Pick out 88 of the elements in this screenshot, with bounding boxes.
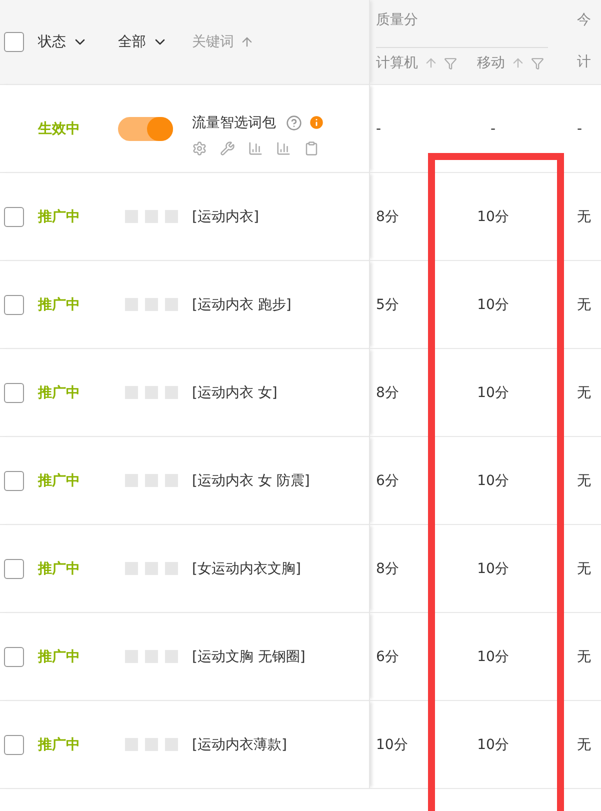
- bar-chart-icon[interactable]: [276, 140, 291, 156]
- redacted-block: [145, 210, 158, 223]
- package-name: 流量智选词包: [192, 114, 276, 132]
- keyword-text: [女运动内衣文胸]: [192, 560, 301, 578]
- redacted-block: [125, 562, 138, 575]
- table-cell: 10分: [477, 208, 509, 226]
- info-icon[interactable]: [308, 114, 325, 131]
- column-sort-header[interactable]: 移动: [477, 54, 525, 72]
- keyword-text: [运动内衣 跑步]: [192, 296, 292, 314]
- filter-icon[interactable]: [444, 56, 457, 70]
- checkbox[interactable]: [4, 470, 24, 490]
- table-cell: 6分: [376, 472, 399, 490]
- table-cell: 8分: [376, 208, 399, 226]
- status-label: 推广中: [38, 736, 80, 754]
- table-cell: -: [577, 120, 582, 136]
- redacted-block: [165, 562, 178, 575]
- redacted-block: [125, 210, 138, 223]
- table-cell: 10分: [477, 296, 509, 314]
- arrow-up-icon: [424, 56, 438, 70]
- redacted-block: [145, 298, 158, 311]
- checkbox[interactable]: [4, 558, 24, 578]
- redacted-block: [125, 298, 138, 311]
- redacted-block: [165, 738, 178, 751]
- redacted-block: [145, 650, 158, 663]
- keyword-text: [运动内衣薄款]: [192, 736, 287, 754]
- checkbox[interactable]: [4, 294, 24, 314]
- redacted-block: [125, 738, 138, 751]
- redacted-block: [165, 474, 178, 487]
- table-cell: 10分: [477, 648, 509, 666]
- redacted-block: [145, 738, 158, 751]
- column-group-header: 质量分: [376, 0, 548, 48]
- status-label: 生效中: [38, 120, 80, 138]
- table-cell: 6分: [376, 648, 399, 666]
- table-cell: 10分: [477, 384, 509, 402]
- keyword-text: [运动内衣 女]: [192, 384, 278, 402]
- column-sort-header[interactable]: 计算机: [376, 54, 438, 72]
- redacted-block: [125, 650, 138, 663]
- wrench-icon[interactable]: [220, 140, 235, 156]
- keyword-text: [运动内衣]: [192, 208, 259, 226]
- table-cell: 8分: [376, 384, 399, 402]
- scope-filter-dropdown[interactable]: 全部: [118, 33, 168, 51]
- status-filter-dropdown[interactable]: 状态: [38, 33, 88, 51]
- table-cell: 10分: [477, 736, 509, 754]
- redacted-block: [145, 562, 158, 575]
- checkbox[interactable]: [4, 32, 24, 52]
- redacted-block: [165, 386, 178, 399]
- table-cell: -: [376, 120, 382, 136]
- redacted-block: [145, 386, 158, 399]
- help-icon[interactable]: [286, 114, 302, 130]
- redacted-block: [165, 298, 178, 311]
- table-cell: 5分: [376, 296, 399, 314]
- table-cell: 8分: [376, 560, 399, 578]
- signal-bars-icon[interactable]: [248, 140, 263, 156]
- clipboard-icon[interactable]: [304, 140, 319, 156]
- status-label: 推广中: [38, 560, 80, 578]
- keyword-text: [运动文胸 无钢圈]: [192, 648, 306, 666]
- table-cell: 无: [577, 736, 591, 754]
- settings-icon[interactable]: [192, 140, 207, 156]
- status-label: 推广中: [38, 208, 80, 226]
- table-cell: 10分: [477, 560, 509, 578]
- filter-icon[interactable]: [531, 56, 544, 70]
- toggle-switch[interactable]: [118, 116, 173, 140]
- table-cell: 无: [577, 648, 591, 666]
- column-group-header: 今: [577, 11, 592, 30]
- table-cell: 10分: [477, 472, 509, 490]
- keyword-sort-header[interactable]: 关键词: [192, 33, 254, 51]
- redacted-block: [145, 474, 158, 487]
- redacted-block: [125, 474, 138, 487]
- redacted-block: [125, 386, 138, 399]
- status-label: 推广中: [38, 648, 80, 666]
- table-cell: 无: [577, 560, 591, 578]
- table-cell: 10分: [376, 736, 408, 754]
- table-cell: -: [490, 120, 496, 136]
- table-cell: 无: [577, 296, 591, 314]
- column-header: 计: [577, 53, 592, 71]
- redacted-block: [165, 210, 178, 223]
- redacted-block: [165, 650, 178, 663]
- table-cell: 无: [577, 472, 591, 490]
- checkbox[interactable]: [4, 646, 24, 666]
- keyword-text: [运动内衣 女 防震]: [192, 472, 310, 490]
- table-cell: 无: [577, 384, 591, 402]
- checkbox[interactable]: [4, 382, 24, 402]
- checkbox[interactable]: [4, 734, 24, 754]
- checkbox[interactable]: [4, 206, 24, 226]
- status-label: 推广中: [38, 296, 80, 314]
- status-label: 推广中: [38, 472, 80, 490]
- status-label: 推广中: [38, 384, 80, 402]
- table-cell: 无: [577, 208, 591, 226]
